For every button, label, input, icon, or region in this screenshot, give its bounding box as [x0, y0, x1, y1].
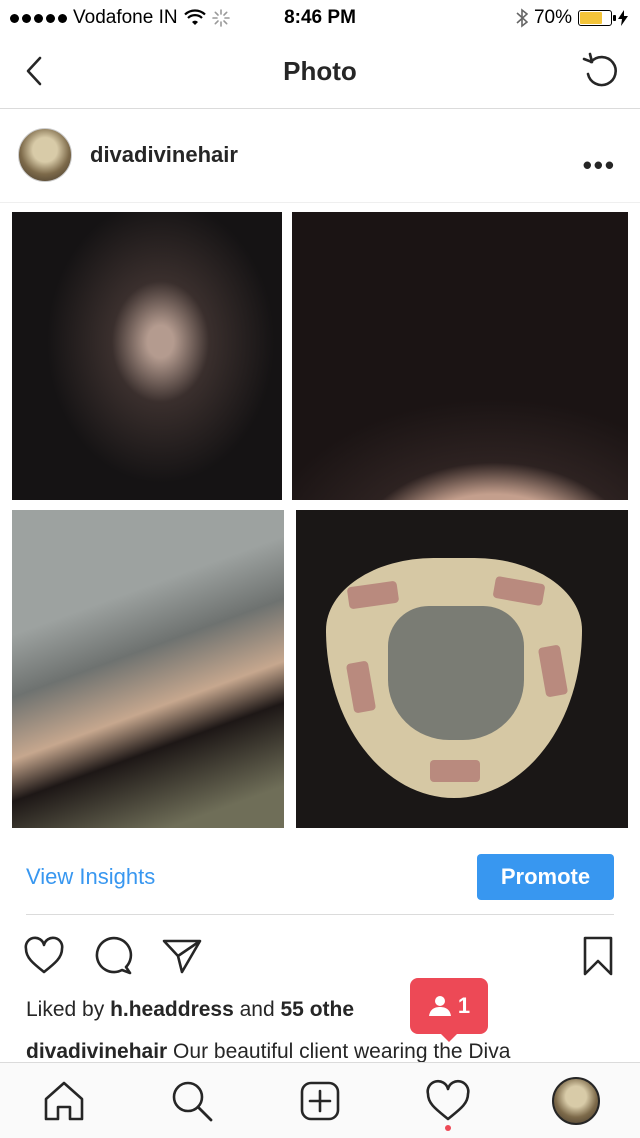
charging-icon	[618, 10, 628, 26]
promote-button[interactable]: Promote	[477, 854, 614, 900]
follower-notification-badge[interactable]: 1	[410, 978, 488, 1042]
search-icon[interactable]	[168, 1077, 216, 1125]
clip	[430, 760, 480, 782]
likes-text: Liked by h.headdress and 55 othe	[26, 998, 354, 1022]
post-actions	[0, 934, 640, 982]
photo-client	[12, 510, 284, 828]
photo-hair-topper	[296, 510, 628, 828]
battery-fill	[580, 12, 603, 24]
nav-bar: Photo	[0, 36, 640, 109]
add-post-icon[interactable]	[296, 1077, 344, 1125]
photo-thinning-hair	[12, 212, 282, 500]
activity-heart-icon[interactable]	[424, 1077, 472, 1125]
battery-percent: 70%	[533, 7, 572, 28]
photo-hair-closeup	[292, 212, 628, 500]
status-bar: Vodafone IN 8:46 PM 70%	[0, 0, 640, 36]
comment-icon[interactable]	[92, 934, 136, 978]
topper-mesh	[388, 606, 524, 740]
caption-username[interactable]: divadivinehair	[26, 1040, 167, 1063]
activity-indicator-dot	[445, 1125, 451, 1131]
person-icon	[428, 996, 451, 1016]
bookmark-icon[interactable]	[576, 934, 620, 978]
more-options-icon[interactable]: •••	[583, 150, 616, 181]
username-link[interactable]: divadivinehair	[90, 142, 238, 168]
page-title: Photo	[283, 56, 357, 86]
likes-middle: and	[233, 998, 281, 1021]
likes-user-link[interactable]: h.headdress	[110, 998, 234, 1021]
battery-icon	[578, 10, 616, 26]
view-insights-link[interactable]: View Insights	[26, 864, 155, 890]
profile-avatar-tab[interactable]	[552, 1077, 600, 1125]
home-icon[interactable]	[40, 1077, 88, 1125]
avatar[interactable]	[18, 128, 72, 182]
likes-count-link[interactable]: 55 othe	[281, 998, 355, 1021]
post-header: divadivinehair •••	[0, 110, 640, 203]
post-photo[interactable]	[0, 204, 640, 838]
caption-body: Our beautiful client wearing the Diva	[167, 1040, 511, 1063]
tab-bar	[0, 1062, 640, 1138]
heart-icon[interactable]	[22, 934, 66, 978]
likes-prefix: Liked by	[26, 998, 111, 1021]
notification-count: 1	[457, 993, 471, 1018]
divider	[26, 914, 614, 915]
share-icon[interactable]	[160, 934, 204, 978]
caption-text: divadivinehair Our beautiful client wear…	[26, 1040, 510, 1064]
refresh-icon[interactable]	[580, 50, 622, 92]
bluetooth-icon	[516, 8, 528, 28]
